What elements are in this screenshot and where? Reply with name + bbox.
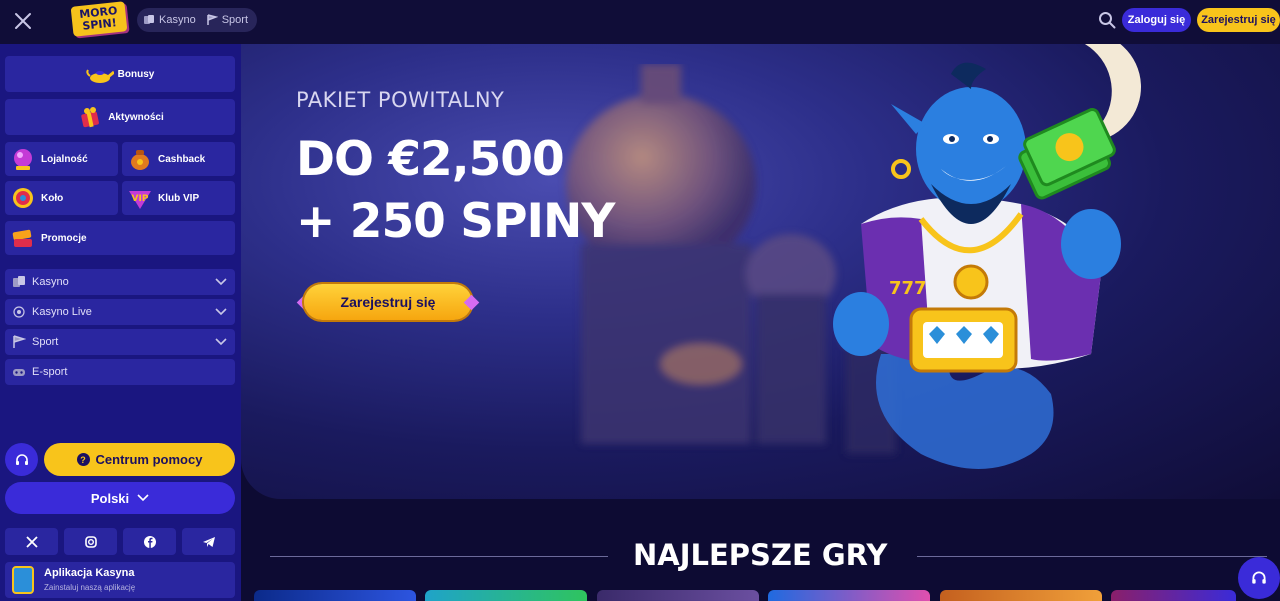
- game-tile[interactable]: [425, 590, 587, 601]
- game-tile[interactable]: [1111, 590, 1236, 601]
- casino-icon: [144, 15, 154, 24]
- chevron-down-icon: [215, 308, 227, 316]
- login-button[interactable]: Zaloguj się: [1122, 8, 1191, 32]
- app-download-card[interactable]: Aplikacja Kasyna Zainstaluj naszą aplika…: [5, 562, 235, 598]
- social-telegram[interactable]: [182, 528, 235, 555]
- app-title: Aplikacja Kasyna: [44, 567, 135, 579]
- hero-title-line2: + 250 SPINY: [296, 194, 615, 249]
- sidebar-card-promocje[interactable]: Promocje: [5, 221, 235, 255]
- question-icon: ?: [76, 453, 90, 466]
- chevron-down-icon: [215, 278, 227, 286]
- social-facebook[interactable]: [123, 528, 176, 555]
- headset-icon: [1252, 571, 1266, 584]
- language-select[interactable]: Polski: [5, 482, 235, 514]
- sidebar-card-label: Cashback: [158, 153, 206, 165]
- sidebar-item-label: Sport: [32, 336, 59, 348]
- casino-icon: [13, 276, 25, 287]
- live-icon: [13, 306, 25, 318]
- sidebar-card-label: Aktywności: [108, 111, 164, 123]
- sidebar-card-label: Bonusy: [117, 68, 155, 80]
- money-bag-icon: [131, 150, 149, 170]
- chevron-down-icon: [215, 338, 227, 346]
- sidebar-card-cashback[interactable]: Cashback: [122, 142, 235, 176]
- support-button[interactable]: [5, 443, 38, 476]
- gamepad-icon: [13, 369, 25, 376]
- tab-kasyno[interactable]: Kasyno: [143, 14, 196, 26]
- top-tabs: Kasyno Sport: [137, 8, 257, 32]
- floating-support-button[interactable]: [1238, 557, 1280, 599]
- tab-sport-label: Sport: [221, 14, 248, 26]
- register-button-header[interactable]: Zarejestruj się: [1197, 8, 1280, 32]
- chevron-down-icon: [137, 494, 149, 502]
- game-tile[interactable]: [597, 590, 759, 601]
- game-tile[interactable]: [254, 590, 416, 601]
- search-icon[interactable]: [1098, 11, 1116, 29]
- sidebar: Bonusy Aktywności Lojalność Cashback Koł…: [0, 44, 241, 601]
- close-icon[interactable]: [12, 10, 34, 32]
- sidebar-item-label: E-sport: [32, 366, 68, 378]
- sidebar-card-label: Klub VIP: [158, 192, 200, 204]
- sport-icon: [13, 335, 26, 348]
- promo-icon: [12, 229, 32, 247]
- genie-badge: 777: [889, 278, 927, 299]
- sidebar-item-kasyno[interactable]: Kasyno: [5, 269, 235, 295]
- hero-subtitle: PAKIET POWITALNY: [296, 88, 505, 112]
- sidebar-card-lojalnosc[interactable]: Lojalność: [5, 142, 118, 176]
- sidebar-card-kolo[interactable]: Koło: [5, 181, 118, 215]
- phone-app-icon: [12, 566, 34, 594]
- instagram-icon: [84, 535, 97, 548]
- genie-lamp-icon: [86, 69, 114, 83]
- facebook-icon: [143, 535, 156, 548]
- telegram-icon: [202, 536, 215, 547]
- section-divider: [270, 556, 608, 557]
- sidebar-item-kasyno-live[interactable]: Kasyno Live: [5, 299, 235, 325]
- section-divider: [917, 556, 1267, 557]
- app-subtitle: Zainstaluj naszą aplikację: [44, 583, 136, 592]
- sidebar-item-sport[interactable]: Sport: [5, 329, 235, 355]
- help-center-button[interactable]: ? Centrum pomocy: [44, 443, 235, 476]
- crystal-icon: [14, 149, 32, 170]
- sidebar-item-label: Kasyno: [32, 276, 69, 288]
- sidebar-card-klub-vip[interactable]: VIP Klub VIP: [122, 181, 235, 215]
- sidebar-card-label: Promocje: [41, 232, 87, 244]
- sidebar-item-esport[interactable]: E-sport: [5, 359, 235, 385]
- sidebar-card-bonusy[interactable]: Bonusy: [5, 56, 235, 92]
- gift-icon: [81, 107, 100, 128]
- logo[interactable]: MORO SPIN!: [70, 1, 128, 37]
- sport-icon: [206, 14, 218, 25]
- sidebar-card-label: Lojalność: [41, 153, 88, 165]
- game-tile[interactable]: [768, 590, 930, 601]
- social-x[interactable]: [5, 528, 58, 555]
- hero-title-line1: DO €2,500: [296, 132, 565, 187]
- svg-text:VIP: VIP: [132, 194, 149, 204]
- genie-illustration: 777: [833, 62, 1121, 469]
- headset-icon: [15, 453, 28, 465]
- section-title: NAJLEPSZE GRY: [633, 538, 888, 572]
- hero-banner: PAKIET POWITALNY DO €2,500 + 250 SPINY Z…: [241, 44, 1280, 499]
- top-bar: MORO SPIN! Kasyno Sport Zaloguj się Zare…: [0, 0, 1280, 44]
- sidebar-card-aktywnosci[interactable]: Aktywności: [5, 99, 235, 135]
- help-center-label: Centrum pomocy: [95, 452, 203, 467]
- social-instagram[interactable]: [64, 528, 117, 555]
- tab-sport[interactable]: Sport: [206, 14, 248, 26]
- language-label: Polski: [90, 490, 130, 506]
- register-cta-button[interactable]: Zarejestruj się: [304, 284, 472, 320]
- vip-icon: VIP: [129, 191, 151, 209]
- sidebar-card-label: Koło: [41, 192, 64, 204]
- sidebar-item-label: Kasyno Live: [32, 306, 92, 318]
- game-tile[interactable]: [940, 590, 1102, 601]
- wheel-icon: [13, 188, 33, 208]
- tab-kasyno-label: Kasyno: [159, 14, 196, 26]
- x-icon: [25, 535, 38, 548]
